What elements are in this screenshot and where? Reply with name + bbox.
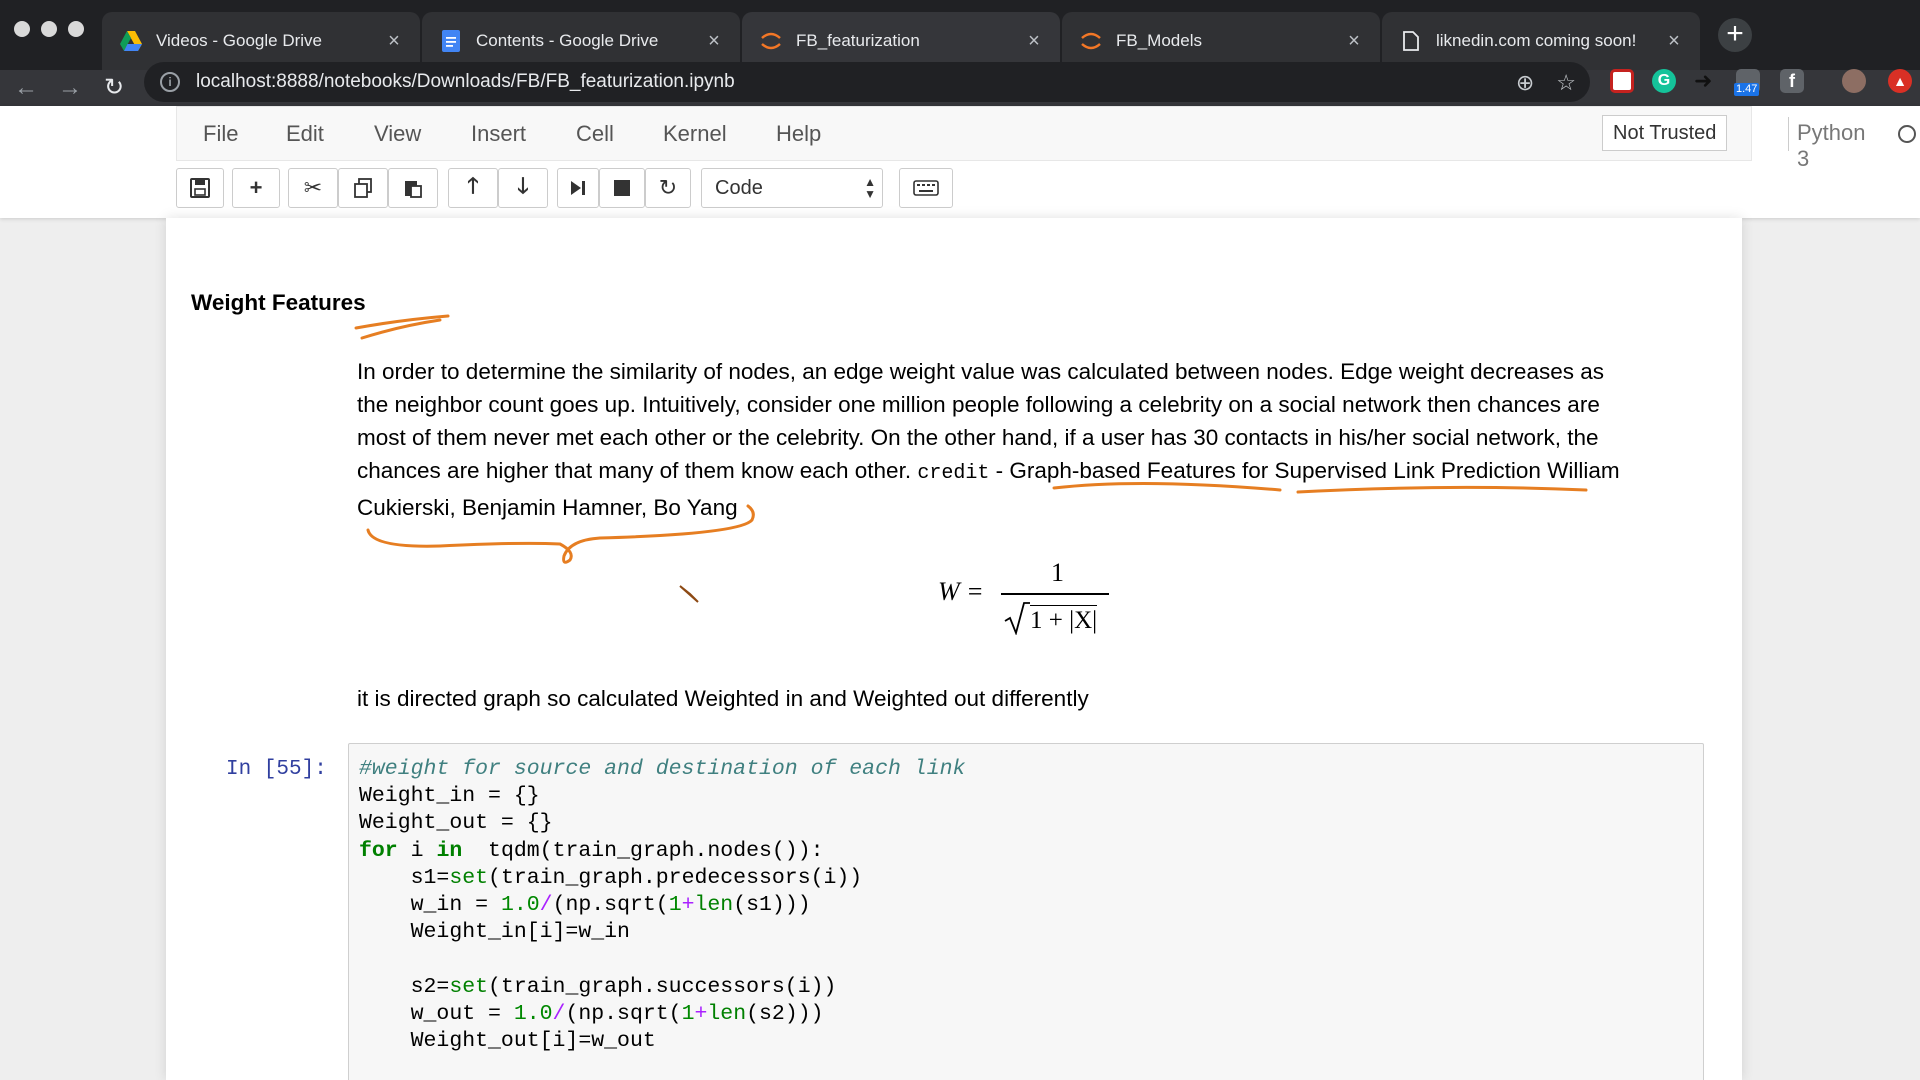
- credit-code: credit: [917, 462, 990, 485]
- interrupt-button[interactable]: [599, 168, 645, 208]
- window-minimize-dot[interactable]: [41, 21, 57, 37]
- menu-kernel[interactable]: Kernel: [663, 121, 727, 147]
- zoom-icon[interactable]: ⊕: [1516, 70, 1534, 96]
- window-close-dot[interactable]: [14, 21, 30, 37]
- markdown-cell[interactable]: Weight Features: [191, 286, 1541, 319]
- code-line: Weight_out[i]=w_out: [359, 1029, 656, 1053]
- cell-type-select[interactable]: Code ▲ ▼: [701, 168, 883, 208]
- run-icon: [571, 181, 585, 195]
- run-button[interactable]: [557, 168, 599, 208]
- back-arrow-icon[interactable]: ←: [8, 70, 44, 106]
- close-icon[interactable]: ×: [1664, 30, 1684, 53]
- trust-status-button[interactable]: Not Trusted: [1602, 115, 1728, 151]
- move-down-button[interactable]: 🡓: [498, 168, 548, 208]
- paragraph-line: In order to determine the similarity of …: [357, 359, 1604, 384]
- tab-title: liknedin.com coming soon!: [1436, 31, 1637, 50]
- paragraph-line-with-credit: chances are higher that many of them kno…: [357, 454, 1707, 490]
- extension-badge: 1.47: [1734, 83, 1760, 96]
- kernel-name[interactable]: Python 3: [1797, 120, 1866, 172]
- code-line: for i in tqdm(train_graph.nodes()):: [359, 839, 824, 863]
- cut-button[interactable]: ✂: [288, 168, 338, 208]
- tab-title: FB_Models: [1116, 31, 1202, 50]
- jupyter-icon: [760, 30, 782, 52]
- menu-insert[interactable]: Insert: [471, 121, 526, 147]
- code-line: Weight_out = {}: [359, 811, 553, 835]
- browser-tabstrip: Videos - Google Drive × Contents - Googl…: [0, 0, 1920, 70]
- formula-numerator: 1: [1051, 558, 1064, 587]
- jupyter-icon: [1080, 30, 1102, 52]
- close-icon[interactable]: ×: [1024, 30, 1044, 53]
- code-line: Weight_in[i]=w_in: [359, 920, 630, 944]
- paragraph-line: chances are higher that many of them kno…: [357, 458, 912, 483]
- command-palette-button[interactable]: [899, 168, 953, 208]
- move-up-button[interactable]: 🡑: [448, 168, 498, 208]
- grammarly-extension-icon[interactable]: G: [1652, 69, 1676, 93]
- code-line: w_out = 1.0/(np.sqrt(1+len(s2))): [359, 1002, 824, 1026]
- copy-icon: [354, 178, 372, 198]
- credit-authors: Cukierski, Benjamin Hamner, Bo Yang: [357, 495, 738, 520]
- forward-arrow-icon[interactable]: →: [52, 70, 88, 106]
- copy-button[interactable]: [338, 168, 388, 208]
- menu-file[interactable]: File: [203, 121, 238, 147]
- keyboard-icon: [913, 180, 939, 196]
- formula-lhs: W =: [938, 577, 984, 606]
- menubar: File Edit View Insert Cell Kernel Help N…: [176, 106, 1916, 171]
- save-button[interactable]: [176, 168, 224, 208]
- page-icon: [1400, 30, 1422, 52]
- update-icon[interactable]: ▲: [1888, 69, 1912, 93]
- formula-denominator: 1 + |X|: [1030, 605, 1098, 634]
- kernel-idle-indicator: [1898, 125, 1916, 143]
- menu-edit[interactable]: Edit: [286, 121, 324, 147]
- paragraph-line: the neighbor count goes up. Intuitively,…: [357, 392, 1600, 417]
- restart-button[interactable]: ↻: [645, 168, 691, 208]
- menu-view[interactable]: View: [374, 121, 421, 147]
- paste-button[interactable]: [388, 168, 438, 208]
- stop-icon: [614, 180, 630, 196]
- close-icon[interactable]: ×: [384, 30, 404, 53]
- kernel-separator: [1788, 117, 1789, 151]
- tab-title: Contents - Google Drive: [476, 31, 659, 50]
- credit-text: - Graph-based Features for Supervised Li…: [989, 458, 1620, 483]
- cloud-extension-icon[interactable]: 1.47: [1734, 69, 1760, 96]
- info-icon[interactable]: i: [160, 72, 180, 92]
- code-line: #weight for source and destination of ea…: [359, 757, 966, 781]
- code-line: w_in = 1.0/(np.sqrt(1+len(s1))): [359, 893, 811, 917]
- input-prompt: In [55]:: [226, 758, 327, 781]
- weight-formula: W = 1 1 + |X|: [938, 555, 1298, 645]
- fraction-bar: [1001, 593, 1109, 595]
- bookmark-star-icon[interactable]: ☆: [1556, 70, 1576, 96]
- close-icon[interactable]: ×: [1344, 30, 1364, 53]
- paste-icon: [405, 181, 422, 198]
- tab-title: FB_featurization: [796, 31, 920, 50]
- google-drive-icon: [120, 30, 142, 52]
- code-line: s2=set(train_graph.successors(i)): [359, 975, 837, 999]
- section-heading: Weight Features: [191, 290, 366, 315]
- menu-help[interactable]: Help: [776, 121, 821, 147]
- menu-cell[interactable]: Cell: [576, 121, 614, 147]
- new-tab-button[interactable]: +: [1718, 18, 1752, 52]
- reload-icon[interactable]: ↻: [96, 70, 132, 106]
- code-cell-editor[interactable]: #weight for source and destination of ea…: [348, 743, 1704, 1080]
- facebook-extension-icon[interactable]: f: [1780, 69, 1804, 93]
- directed-graph-note: it is directed graph so calculated Weigh…: [357, 686, 1089, 711]
- address-bar[interactable]: i localhost:8888/notebooks/Downloads/FB/…: [144, 62, 1590, 102]
- cell-type-value: Code: [715, 177, 763, 199]
- profile-avatar[interactable]: [1842, 69, 1866, 93]
- markdown-paragraph: In order to determine the similarity of …: [357, 355, 1707, 524]
- window-zoom-dot[interactable]: [68, 21, 84, 37]
- share-extension-icon[interactable]: ➜: [1694, 69, 1718, 93]
- sqrt-symbol: [1004, 602, 1030, 635]
- jupyter-header: File Edit View Insert Cell Kernel Help N…: [0, 106, 1920, 218]
- tab-title: Videos - Google Drive: [156, 31, 322, 50]
- url-text: localhost:8888/notebooks/Downloads/FB/FB…: [196, 71, 735, 92]
- save-icon: [190, 178, 210, 198]
- gmail-extension-icon[interactable]: [1610, 69, 1634, 93]
- insert-cell-button[interactable]: +: [232, 168, 280, 208]
- code-line: Weight_in = {}: [359, 784, 540, 808]
- select-arrows-icon: ▲ ▼: [864, 175, 876, 201]
- close-icon[interactable]: ×: [704, 30, 724, 53]
- google-docs-icon: [440, 30, 462, 52]
- paragraph-line: most of them never met each other or the…: [357, 425, 1599, 450]
- code-line: s1=set(train_graph.predecessors(i)): [359, 866, 863, 890]
